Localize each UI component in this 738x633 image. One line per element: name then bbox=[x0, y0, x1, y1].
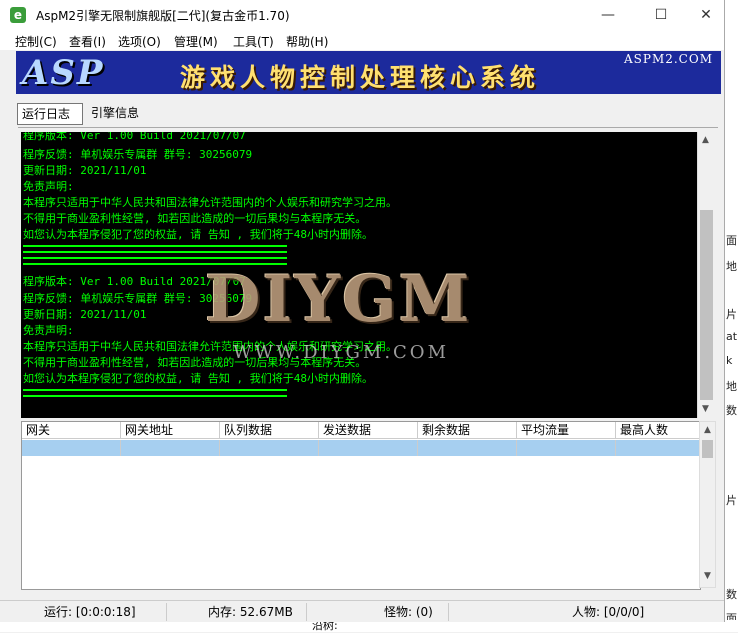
table-cell bbox=[22, 440, 121, 456]
log-scroll-thumb[interactable] bbox=[700, 210, 713, 400]
gateway-table[interactable]: 网关 网关地址 队列数据 发送数据 剩余数据 平均流量 最高人数 bbox=[21, 421, 701, 590]
title-bar[interactable]: e AspM2引擎无限制旗舰版[二代](复古金币1.70) — ☐ ✕ bbox=[0, 0, 724, 30]
log-panel[interactable]: 程序版本: Ver 1.00 Build 2021/07/07 程序反馈: 单机… bbox=[21, 132, 697, 418]
app-icon: e bbox=[10, 7, 26, 23]
status-bar: 运行: [0:0:0:18] 内存: 52.67MB 怪物: (0) 人物: [… bbox=[0, 600, 724, 622]
col-remaining-data[interactable]: 剩余数据 bbox=[418, 422, 517, 439]
log-line: 程序版本: Ver 1.00 Build 2021/07/07 bbox=[23, 275, 246, 288]
table-cell bbox=[220, 440, 319, 456]
background-text: 数 bbox=[726, 404, 737, 417]
log-line: 不得用于商业盈利性经营, 如若因此造成的一切后果均与本程序无关。 bbox=[23, 356, 367, 369]
background-text: at bbox=[726, 330, 738, 343]
table-scroll-thumb[interactable] bbox=[702, 440, 713, 458]
banner-logo: ASP bbox=[22, 53, 105, 93]
banner: ASP 游戏人物控制处理核心系统 ASPM2.COM bbox=[16, 51, 721, 94]
app-window: e AspM2引擎无限制旗舰版[二代](复古金币1.70) — ☐ ✕ 控制(C… bbox=[0, 0, 725, 622]
menu-options[interactable]: 选项(O) bbox=[118, 33, 161, 50]
menu-manage[interactable]: 管理(M) bbox=[174, 33, 218, 50]
log-separator bbox=[23, 245, 287, 253]
background-text: k bbox=[726, 354, 733, 367]
maximize-button[interactable]: ☐ bbox=[638, 0, 684, 30]
menu-control[interactable]: 控制(C) bbox=[15, 33, 57, 50]
log-line: 本程序只适用于中华人民共和国法律允许范围内的个人娱乐和研究学习之用。 bbox=[23, 196, 397, 209]
background-text: 数 bbox=[726, 588, 737, 601]
banner-slogan: 游戏人物控制处理核心系统 bbox=[180, 63, 541, 92]
col-gateway[interactable]: 网关 bbox=[22, 422, 121, 439]
log-scrollbar[interactable]: ▲ ▼ bbox=[697, 132, 715, 418]
status-memory: 内存: 52.67MB bbox=[208, 605, 293, 619]
status-running: 运行: [0:0:0:18] bbox=[44, 605, 136, 619]
table-cell bbox=[418, 440, 517, 456]
col-queue-data[interactable]: 队列数据 bbox=[220, 422, 319, 439]
log-line: 如您认为本程序侵犯了您的权益, 请 告知 , 我们将于48小时内删除。 bbox=[23, 372, 373, 385]
tab-run-log[interactable]: 运行日志 bbox=[17, 103, 83, 125]
status-divider bbox=[166, 603, 167, 621]
menu-bar: 控制(C) 查看(I) 选项(O) 管理(M) 工具(T) 帮助(H) bbox=[0, 30, 724, 50]
log-line: 本程序只适用于中华人民共和国法律允许范围内的个人娱乐和研究学习之用。 bbox=[23, 340, 397, 353]
status-divider bbox=[306, 603, 307, 621]
log-line: 程序反馈: 单机娱乐专属群 群号: 30256079 bbox=[23, 148, 253, 161]
table-header: 网关 网关地址 队列数据 发送数据 剩余数据 平均流量 最高人数 bbox=[22, 422, 700, 440]
col-avg-traffic[interactable]: 平均流量 bbox=[517, 422, 616, 439]
log-line: 程序版本: Ver 1.00 Build 2021/07/07 bbox=[23, 132, 246, 142]
background-text: 面 bbox=[726, 234, 737, 247]
window-title: AspM2引擎无限制旗舰版[二代](复古金币1.70) bbox=[36, 9, 290, 23]
log-separator bbox=[23, 257, 287, 265]
tab-divider bbox=[18, 127, 718, 128]
table-cell bbox=[121, 440, 220, 456]
col-max-users[interactable]: 最高人数 bbox=[616, 422, 700, 439]
background-text: 地 bbox=[726, 380, 737, 393]
banner-url: ASPM2.COM bbox=[623, 52, 713, 66]
log-line: 免责声明: bbox=[23, 324, 74, 337]
menu-view[interactable]: 查看(I) bbox=[69, 33, 106, 50]
tab-engine-info[interactable]: 引擎信息 bbox=[87, 103, 165, 123]
close-button[interactable]: ✕ bbox=[683, 0, 724, 30]
table-scrollbar[interactable]: ▲ ▼ bbox=[699, 421, 716, 588]
menu-tools[interactable]: 工具(T) bbox=[233, 33, 274, 50]
log-line: 程序反馈: 单机娱乐专属群 群号: 30256079 bbox=[23, 292, 253, 305]
background-text: 地 bbox=[726, 260, 737, 273]
log-line: 如您认为本程序侵犯了您的权益, 请 告知 , 我们将于48小时内删除。 bbox=[23, 228, 373, 241]
minimize-button[interactable]: — bbox=[585, 0, 631, 30]
background-text: 片 bbox=[726, 494, 737, 507]
status-players: 人物: [0/0/0] bbox=[572, 605, 645, 619]
log-line: 免责声明: bbox=[23, 180, 74, 193]
col-sent-data[interactable]: 发送数据 bbox=[319, 422, 418, 439]
menu-help[interactable]: 帮助(H) bbox=[286, 33, 328, 50]
background-window-edge: 面 地 片 at k 地 数 片 数 面 bbox=[724, 0, 738, 632]
scroll-up-icon[interactable]: ▲ bbox=[704, 425, 711, 435]
scroll-down-icon[interactable]: ▼ bbox=[704, 571, 711, 581]
background-text: 片 bbox=[726, 308, 737, 321]
col-gateway-address[interactable]: 网关地址 bbox=[121, 422, 220, 439]
table-cell bbox=[319, 440, 418, 456]
scroll-up-icon[interactable]: ▲ bbox=[702, 135, 709, 145]
log-line: 更新日期: 2021/11/01 bbox=[23, 308, 147, 321]
log-separator bbox=[23, 389, 287, 397]
log-line: 更新日期: 2021/11/01 bbox=[23, 164, 147, 177]
status-divider bbox=[448, 603, 449, 621]
log-line: 不得用于商业盈利性经营, 如若因此造成的一切后果均与本程序无关。 bbox=[23, 212, 367, 225]
table-cell bbox=[517, 440, 616, 456]
table-row[interactable] bbox=[22, 440, 699, 456]
status-monsters: 怪物: (0) bbox=[384, 605, 433, 619]
scroll-down-icon[interactable]: ▼ bbox=[702, 404, 709, 414]
